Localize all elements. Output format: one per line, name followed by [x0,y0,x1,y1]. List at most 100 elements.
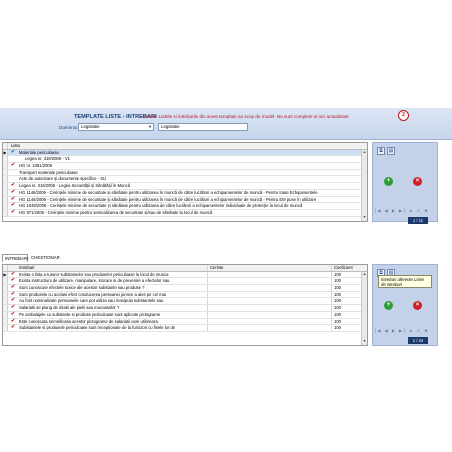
empty-check[interactable] [9,170,17,176]
question-row[interactable]: ✔ Salariatii se plang de iritatii ale pie… [3,304,367,312]
scroll-up-icon[interactable]: ▲ [362,150,367,156]
coefficient-cell[interactable]: 100 [331,285,361,291]
question-row[interactable]: ▶ ✔ Exista o lista a tuturor substantelor … [3,271,367,279]
question-row[interactable]: ✔ Au fost nominalizate persoanele care po… [3,298,367,306]
list-row-label: HG 1048/2006 - Cerințele minime de secur… [19,203,303,209]
list-scrollbar[interactable]: ▲ ▼ [361,150,367,221]
row-marker [3,298,8,305]
check-icon[interactable]: ✔ [9,189,17,196]
coefficient-cell[interactable]: 100 [331,271,361,278]
question-rows: ▶ ✔ Exista o lista a tuturor substantelor … [3,271,367,332]
list-row[interactable]: ✔ Legea nr. 319/2006 - Legea Securității … [3,182,367,190]
check-icon[interactable]: ✔ [9,304,17,311]
question-row[interactable]: ✔ Sunt produsele cu acelasi efect conduce… [3,291,367,299]
row-marker: ▶ [3,271,8,278]
requirement-cell[interactable] [207,298,331,305]
requirement-cell[interactable] [207,285,331,291]
question-text: Este cunoscuta semnificatia acestor pict… [19,318,158,324]
domain-value-field[interactable]: Legislatie [158,123,248,131]
check-icon[interactable]: ✔ [9,311,17,318]
list-row[interactable]: Legea nr. 319/2006 - V1 [3,156,367,164]
paste-icon[interactable]: ▤ [387,147,395,155]
step-badge: 2 [398,110,409,121]
requirement-cell[interactable] [207,305,331,311]
list-grid: Lista ▶ ✔ Materiale periculoase Legea nr. 3… [2,142,368,222]
question-row[interactable]: ✔ Pe ambalajele cu substante si produse p… [3,311,367,319]
coefficient-cell[interactable]: 100 [331,278,361,285]
list-row-label: HG nr. 1091/2006 [19,163,53,169]
domain-select[interactable]: Legislatie ▼ [78,123,154,131]
row-marker [3,209,8,216]
row-marker [3,169,8,176]
check-icon[interactable]: ✔ [9,162,17,169]
domain-label: Domeniu [59,125,78,130]
coefficient-cell[interactable]: 100 [331,325,361,331]
add-icon[interactable]: + [384,177,393,186]
list-grid-header: Lista [3,143,367,150]
column-header-intrebari: Intrebari [19,265,35,270]
row-marker [3,278,8,285]
list-row[interactable]: ✔ HG nr. 1091/2006 [3,162,367,170]
row-marker [3,189,8,196]
tab-chestionar[interactable]: CHESTIONAR [29,254,63,262]
requirement-cell[interactable] [207,291,331,298]
coefficient-cell[interactable]: 100 [331,311,361,318]
check-icon[interactable]: ✔ [9,284,17,291]
list-row-label: Legea nr. 319/2006 - Legea Securității ș… [19,183,131,189]
header-bar: TEMPLATE LISTE - INTREBARI Atentie! List… [0,108,452,140]
requirement-cell[interactable] [207,311,331,318]
list-row-label: HG 971/2006 - Cerințele minime pentru se… [19,209,213,215]
list-row[interactable]: Transport materiale periculoase [3,169,367,177]
delete-icon[interactable]: × [413,301,422,310]
row-marker [3,156,8,163]
check-icon[interactable]: ✔ [9,209,17,216]
column-header-cerinte: Cerinte [207,265,331,271]
coefficient-cell[interactable]: 100 [331,305,361,311]
requirement-cell[interactable] [207,318,331,325]
question-row[interactable]: ✔ Sunt cunoscute efectele toxice ale aces… [3,284,367,292]
delete-icon[interactable]: × [413,177,422,186]
coefficient-cell[interactable]: 100 [331,291,361,298]
check-icon[interactable]: ✔ [9,325,17,331]
question-scrollbar[interactable]: ▲ ▼ [361,272,367,345]
question-text: Salariatii se plang de iritatii ale piel… [19,305,120,311]
requirement-cell[interactable] [207,325,331,331]
list-row-label: Materiale periculoase [19,149,59,155]
question-grid-header: Intrebari Cerinte Coeficient [3,265,367,272]
list-row[interactable]: ✔ HG 971/2006 - Cerințele minime pentru s… [3,209,367,217]
list-row[interactable]: Acte de autorizare și documente specific… [3,176,367,184]
question-row[interactable]: ✔ Substantele si produsele periculoase su… [3,325,367,332]
scroll-down-icon[interactable]: ▼ [362,339,367,345]
copy-icon[interactable]: ⧉ [377,147,385,155]
check-icon[interactable]: ✔ [9,182,17,189]
question-row[interactable]: ✔ Exista instructiuni de utilizare, manip… [3,278,367,286]
list-row[interactable]: ✔ HG 1048/2006 - Cerințele minime de secu… [3,203,367,210]
chevron-down-icon[interactable]: ▼ [148,124,152,130]
coefficient-cell[interactable]: 100 [331,298,361,305]
row-marker [3,291,8,298]
question-text: Substantele si produsele periculoase sun… [19,325,176,331]
row-marker [3,305,8,311]
list-row[interactable]: ✔ HG 1146/2006 - Cerințele minime de secu… [3,189,367,197]
list-pager: 1 / 11 [408,217,428,224]
requirement-cell[interactable] [207,271,331,278]
list-row-label: Legea nr. 319/2006 - V1 [25,156,70,162]
check-icon[interactable]: ✔ [9,149,17,156]
column-header-coeficient: Coeficient [331,265,361,271]
list-row[interactable]: ✔ HG 1146/2006 - Cerințele minime de secu… [3,196,367,204]
add-icon[interactable]: + [384,301,393,310]
list-row[interactable]: ▶ ✔ Materiale periculoase [3,149,367,157]
list-row-label: HG 1146/2006 - Cerințele minime de secur… [19,196,317,202]
question-row[interactable]: ✔ Este cunoscuta semnificatia acestor pic… [3,318,367,326]
question-text: Sunt cunoscute efectele toxice ale acest… [19,285,145,291]
question-navigator[interactable]: |◀ ◀ ▶ ▶| ▲ ✔ ✖ [375,328,429,333]
tab-intrebari[interactable]: INTREBARI [2,254,28,262]
column-header-lista: Lista [11,143,20,148]
row-marker [3,196,8,203]
question-grid: Intrebari Cerinte Coeficient ▶ ✔ Exista o … [2,264,368,346]
list-navigator[interactable]: |◀ ◀ ▶ ▶| ▲ ✔ ✖ [375,208,429,213]
scroll-down-icon[interactable]: ▼ [362,215,367,221]
requirement-cell[interactable] [207,278,331,285]
coefficient-cell[interactable]: 100 [331,318,361,325]
scroll-up-icon[interactable]: ▲ [362,272,367,278]
